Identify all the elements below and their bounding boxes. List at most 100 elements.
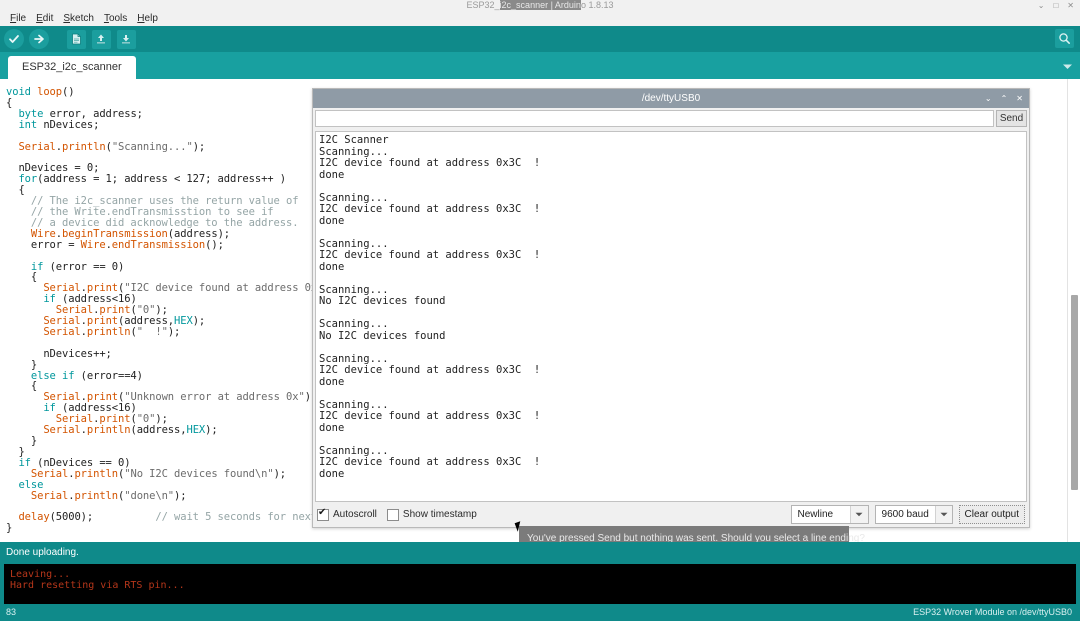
clear-output-button[interactable]: Clear output xyxy=(958,505,1025,524)
source-code: void loop() { byte error, address; int n… xyxy=(6,87,348,534)
code-token: nDevices; xyxy=(43,118,100,131)
minimize-icon[interactable]: ⌄ xyxy=(1038,1,1045,10)
save-down-arrow-icon xyxy=(116,29,136,49)
code-token: (address = 1; address < 127; address++ )… xyxy=(18,173,286,197)
code-token: Serial xyxy=(6,325,81,338)
autoscroll-checkbox-box xyxy=(317,507,329,521)
window-title: ESP32_i2c_scanner | Arduino 1.8.13 xyxy=(0,0,1080,11)
upload-arrow-icon xyxy=(29,29,49,49)
baud-rate-value: 9600 baud xyxy=(881,509,929,520)
code-token: Wire xyxy=(80,238,106,251)
editor-scrollbar-thumb[interactable] xyxy=(1071,295,1078,490)
toolbar xyxy=(0,26,1080,52)
sketch-tab-esp32-i2c-scanner[interactable]: ESP32_i2c_scanner xyxy=(8,56,136,79)
autoscroll-label: Autoscroll xyxy=(333,509,377,520)
baud-rate-select[interactable]: 9600 baud xyxy=(874,505,953,524)
window-controls: ⌄ □ ✕ xyxy=(1038,0,1074,11)
code-token: "Scanning..." xyxy=(111,140,193,153)
line-ending-select[interactable]: Newline xyxy=(790,505,869,524)
code-token: ); xyxy=(192,140,206,153)
serial-monitor-window-controls: ⌄ ⌃ ✕ xyxy=(985,89,1023,108)
menu-label: elp xyxy=(144,13,158,24)
code-token: " !" xyxy=(136,325,168,338)
serial-send-input[interactable] xyxy=(315,110,994,127)
tab-menu-button[interactable] xyxy=(1058,57,1076,75)
new-sketch-icon xyxy=(66,29,86,49)
code-token: "Unknown error at address 0x" xyxy=(124,391,305,404)
code-token: loop xyxy=(37,86,62,98)
serial-monitor-minimize-icon[interactable]: ⌄ xyxy=(985,89,992,108)
code-token: println xyxy=(86,424,131,437)
code-token: println xyxy=(62,140,106,153)
serial-output-pane[interactable]: I2C Scanner Scanning... I2C device found… xyxy=(315,131,1027,502)
status-bar: 83 ESP32 Wrover Module on /dev/ttyUSB0 xyxy=(0,604,1080,621)
serial-monitor-button[interactable] xyxy=(1055,29,1074,48)
code-token: "No I2C devices found\n" xyxy=(124,467,274,480)
menu-mnemonic: E xyxy=(36,13,43,24)
chevron-down-icon xyxy=(1062,64,1072,69)
serial-output-text: I2C Scanner Scanning... I2C device found… xyxy=(319,134,541,480)
code-token: println xyxy=(74,467,119,480)
code-token: ); xyxy=(273,467,287,480)
code-token: "done\n" xyxy=(124,489,175,502)
code-token: ); xyxy=(167,325,181,338)
code-token: Serial xyxy=(6,489,69,502)
code-token: } xyxy=(6,522,13,535)
window-titlebar: ESP32_i2c_scanner | Arduino 1.8.13 ⌄ □ ✕ xyxy=(0,0,1080,11)
send-button[interactable]: Send xyxy=(996,110,1027,127)
serial-monitor-maximize-icon[interactable]: ⌃ xyxy=(1001,89,1008,108)
code-token: error = xyxy=(6,238,81,251)
serial-monitor-icon xyxy=(1058,32,1071,45)
editor-scrollbar[interactable] xyxy=(1067,79,1080,542)
menu-item-file[interactable]: File xyxy=(5,11,31,26)
save-sketch-button[interactable] xyxy=(115,28,137,50)
menu-label: ile xyxy=(16,13,27,24)
serial-send-row: Send xyxy=(313,108,1029,129)
menu-item-edit[interactable]: Edit xyxy=(31,11,58,26)
menu-item-help[interactable]: Help xyxy=(132,11,163,26)
serial-monitor-close-icon[interactable]: ✕ xyxy=(1016,89,1023,108)
code-token: // The i2c_scanner uses the return value… xyxy=(30,195,299,229)
line-ending-value: Newline xyxy=(797,509,834,520)
code-token: ); xyxy=(192,315,206,328)
code-token: (5000); xyxy=(49,511,156,524)
new-sketch-button[interactable] xyxy=(65,28,87,50)
menu-item-tools[interactable]: Tools xyxy=(99,11,132,26)
chevron-down-icon xyxy=(934,506,952,523)
show-timestamp-checkbox-box xyxy=(386,508,399,521)
serial-monitor-footer: Autoscroll Show timestamp Newline 9600 b… xyxy=(313,502,1029,527)
close-icon[interactable]: ✕ xyxy=(1067,1,1074,10)
maximize-icon[interactable]: □ xyxy=(1053,1,1058,10)
code-token: endTransmission xyxy=(111,238,206,251)
menu-mnemonic: H xyxy=(137,13,145,24)
window-title-selection: i2c_scanner | Arduin xyxy=(499,0,581,10)
menu-label: dit xyxy=(42,13,54,24)
console-text: Leaving... Hard resetting via RTS pin... xyxy=(10,569,185,591)
verify-button[interactable] xyxy=(3,28,25,50)
console-output[interactable]: Leaving... Hard resetting via RTS pin... xyxy=(4,564,1076,604)
arduino-ide-window: ESP32_i2c_scanner | Arduino 1.8.13 ⌄ □ ✕… xyxy=(0,0,1080,621)
show-timestamp-checkbox[interactable]: Show timestamp xyxy=(386,508,477,521)
serial-monitor-window: /dev/ttyUSB0 ⌄ ⌃ ✕ Send I2C Scanner Scan… xyxy=(312,88,1030,528)
board-and-port-label: ESP32 Wrover Module on /dev/ttyUSB0 xyxy=(913,607,1072,617)
open-up-arrow-icon xyxy=(91,29,111,49)
window-title-suffix: o 1.8.13 xyxy=(580,0,614,10)
autoscroll-checkbox[interactable]: Autoscroll xyxy=(317,507,377,521)
menu-label: ools xyxy=(108,13,128,24)
code-token: int xyxy=(6,118,38,131)
status-message: Done uploading. xyxy=(0,542,1080,564)
code-token: println xyxy=(86,325,131,338)
code-token: (); xyxy=(205,238,224,251)
serial-monitor-titlebar: /dev/ttyUSB0 ⌄ ⌃ ✕ xyxy=(313,89,1029,108)
code-token: ); xyxy=(174,489,187,502)
code-token: HEX xyxy=(186,424,206,437)
menu-item-sketch[interactable]: Sketch xyxy=(58,11,99,26)
open-sketch-button[interactable] xyxy=(90,28,112,50)
show-timestamp-label: Show timestamp xyxy=(402,509,477,520)
code-token: "I2C device found at address 0x" xyxy=(124,282,324,295)
menu-label: ketch xyxy=(70,13,94,24)
tabbar: ESP32_i2c_scanner xyxy=(0,52,1080,79)
code-token: nDevices++; } xyxy=(30,347,112,371)
upload-button[interactable] xyxy=(28,28,50,50)
cursor-line-number: 83 xyxy=(6,607,17,617)
